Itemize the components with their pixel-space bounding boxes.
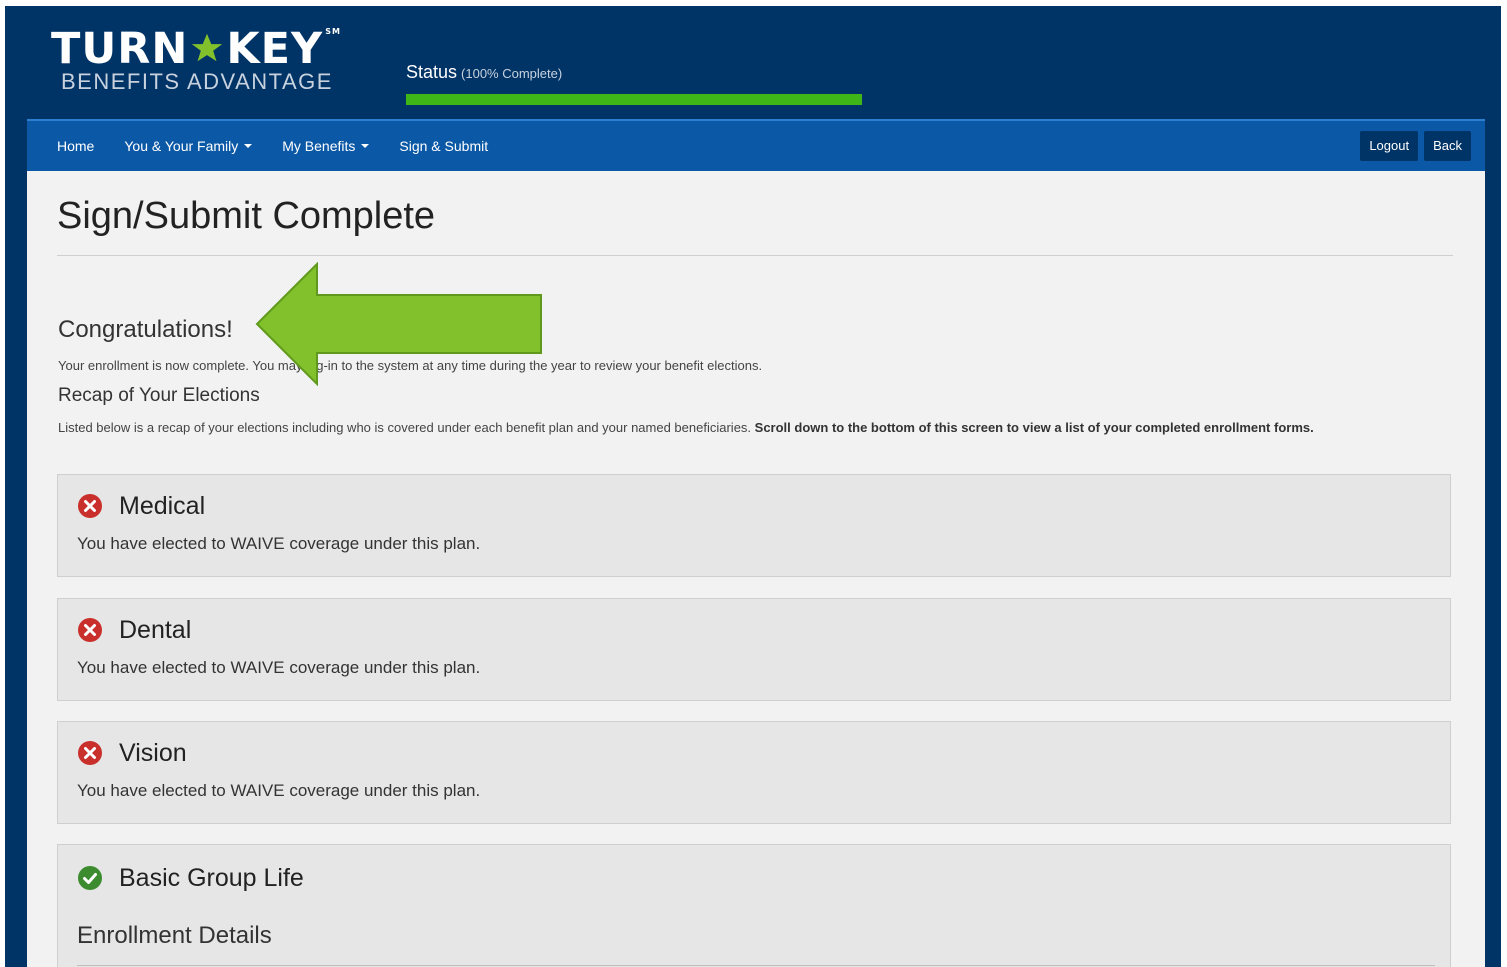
nav-item-sign-and-submit[interactable]: Sign & Submit bbox=[399, 138, 488, 154]
plan-description: You have elected to WAIVE coverage under… bbox=[77, 534, 481, 553]
plan-name: Medical bbox=[119, 492, 206, 520]
status-progress-bar bbox=[406, 94, 862, 105]
caret-down-icon bbox=[361, 144, 370, 148]
plan-card-dental: Dental You have elected to WAIVE coverag… bbox=[57, 598, 1451, 701]
logo-wordmark: TURN KEY SM bbox=[51, 26, 361, 72]
status-title: Status bbox=[406, 62, 458, 82]
plan-name: Basic Group Life bbox=[119, 864, 304, 892]
plan-header: Vision bbox=[77, 738, 187, 768]
plan-header: Basic Group Life bbox=[77, 863, 304, 893]
nav-item-you-and-your-family[interactable]: You & Your Family bbox=[124, 138, 253, 154]
logout-button[interactable]: Logout bbox=[1360, 131, 1419, 161]
details-divider bbox=[77, 965, 1435, 966]
app-frame: TURN KEY SM BENEFITS ADVANTAGE Status (10… bbox=[5, 6, 1501, 967]
nav-label: My Benefits bbox=[282, 138, 356, 154]
back-button[interactable]: Back bbox=[1424, 131, 1471, 161]
check-circle-icon bbox=[78, 866, 102, 890]
nav-label: Home bbox=[57, 138, 95, 154]
plan-card-vision: Vision You have elected to WAIVE coverag… bbox=[57, 721, 1451, 824]
recap-heading: Recap of Your Elections bbox=[58, 385, 260, 406]
caret-down-icon bbox=[244, 144, 253, 148]
recap-text: Listed below is a recap of your election… bbox=[58, 420, 755, 435]
enrollment-details-heading: Enrollment Details bbox=[77, 922, 272, 949]
plan-header: Dental bbox=[77, 615, 191, 645]
plan-card-basic-group-life: Basic Group Life Enrollment Details bbox=[57, 844, 1451, 967]
star-icon bbox=[192, 33, 223, 62]
nav-label: Sign & Submit bbox=[399, 138, 489, 154]
main-content: Sign/Submit Complete Congratulations! Yo… bbox=[27, 171, 1485, 967]
recap-description: Listed below is a recap of your election… bbox=[58, 417, 1458, 438]
logo-text-turn: TURN bbox=[51, 24, 189, 74]
turnkey-logo: TURN KEY SM BENEFITS ADVANTAGE bbox=[51, 26, 361, 96]
title-divider bbox=[57, 255, 1453, 256]
page-title: Sign/Submit Complete bbox=[57, 195, 436, 237]
plan-header: Medical bbox=[77, 491, 205, 521]
nav-item-my-benefits[interactable]: My Benefits bbox=[282, 138, 370, 154]
recap-bold-text: Scroll down to the bottom of this screen… bbox=[754, 420, 1314, 435]
logo-tagline: BENEFITS ADVANTAGE bbox=[61, 69, 333, 94]
main-navbar: Home You & Your Family My Benefits Sign … bbox=[27, 119, 1485, 171]
plan-name: Dental bbox=[119, 616, 192, 644]
x-circle-icon bbox=[78, 494, 102, 518]
x-circle-icon bbox=[78, 618, 102, 642]
logo-text-key: KEY bbox=[226, 24, 324, 74]
nav-actions: Logout Back bbox=[1354, 131, 1471, 161]
congratulations-heading: Congratulations! bbox=[58, 316, 233, 343]
arrow-left-icon bbox=[255, 262, 542, 386]
plan-name: Vision bbox=[119, 739, 187, 767]
plan-description: You have elected to WAIVE coverage under… bbox=[77, 658, 481, 677]
plan-description: You have elected to WAIVE coverage under… bbox=[77, 781, 481, 800]
logo-trademark: SM bbox=[325, 27, 341, 36]
nav-label: You & Your Family bbox=[124, 138, 239, 154]
enrollment-status: Status (100% Complete) bbox=[406, 60, 862, 105]
plan-card-medical: Medical You have elected to WAIVE covera… bbox=[57, 474, 1451, 577]
x-circle-icon bbox=[78, 741, 102, 765]
nav-item-home[interactable]: Home bbox=[57, 138, 94, 154]
nav-menu: Home You & Your Family My Benefits Sign … bbox=[57, 121, 518, 171]
status-progress-fill bbox=[406, 94, 862, 105]
status-percent: (100% Complete) bbox=[461, 66, 563, 81]
status-label: Status (100% Complete) bbox=[406, 60, 562, 86]
